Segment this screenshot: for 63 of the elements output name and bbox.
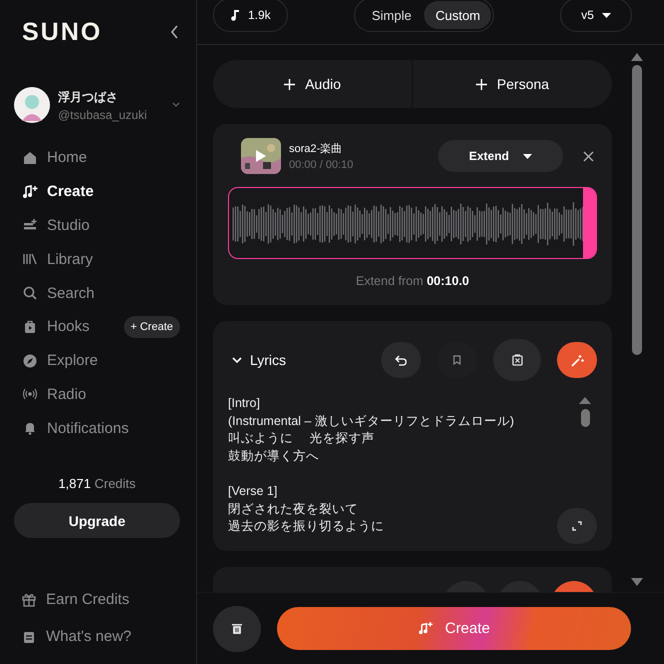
scrollbar-thumb[interactable] xyxy=(632,65,642,355)
delete-button[interactable] xyxy=(213,606,261,652)
nav-item[interactable]: Radio xyxy=(14,386,86,403)
user-handle: @tsubasa_uzuki xyxy=(58,108,148,122)
bookmark-icon xyxy=(453,355,461,365)
scroll-down-icon[interactable] xyxy=(631,578,643,586)
user-name: 浮月つばさ xyxy=(58,88,119,106)
music-note-icon xyxy=(230,9,240,21)
play-icon[interactable] xyxy=(255,150,267,162)
footer-link[interactable]: What's new? xyxy=(14,618,180,655)
avatar[interactable] xyxy=(14,87,50,123)
model-select[interactable]: v5 xyxy=(560,0,632,32)
mode-tab[interactable]: Custom xyxy=(424,1,492,29)
plus-icon xyxy=(284,78,296,90)
nav-item[interactable]: Create xyxy=(14,183,94,200)
home-icon xyxy=(22,150,38,166)
add-button[interactable]: Audio xyxy=(213,60,412,108)
hooks-icon xyxy=(22,318,38,335)
nav-item[interactable]: Notifications xyxy=(14,420,129,437)
search-icon xyxy=(22,285,38,302)
suno-logo[interactable]: SUNO xyxy=(22,18,102,46)
music-sparkle-icon xyxy=(418,621,433,636)
scroll-up-icon[interactable] xyxy=(579,397,591,404)
scrollbar-thumb[interactable] xyxy=(580,409,590,427)
caret-icon xyxy=(523,154,532,158)
expand-icon xyxy=(572,520,582,531)
upgrade-button[interactable]: Upgrade xyxy=(14,503,180,538)
undo-icon xyxy=(395,354,407,366)
song-count-button[interactable]: 1.9k xyxy=(213,0,288,32)
clear-icon xyxy=(512,354,522,366)
nav-item[interactable]: Studio xyxy=(14,216,90,234)
caret-icon xyxy=(602,12,611,18)
nav-item[interactable]: Hooks xyxy=(14,318,90,336)
lyrics-toggle[interactable]: Lyrics xyxy=(228,352,286,368)
undo-button[interactable] xyxy=(381,342,421,378)
explore-icon xyxy=(22,352,38,369)
mode-tab[interactable]: Simple xyxy=(360,1,422,29)
create-button[interactable]: Create xyxy=(277,607,631,650)
create-icon xyxy=(22,184,38,200)
nav-item[interactable]: Explore xyxy=(14,352,98,370)
track-title: sora2-楽曲 xyxy=(289,142,344,156)
trim-handle[interactable] xyxy=(583,188,596,258)
footer-link[interactable]: Earn Credits xyxy=(14,581,180,618)
gift-icon xyxy=(21,592,37,608)
extend-from-label: Extend from 00:10.0 xyxy=(354,274,470,288)
nav-item[interactable]: Library xyxy=(14,250,93,268)
scroll-up-icon[interactable] xyxy=(631,53,643,61)
add-button[interactable]: Persona xyxy=(412,60,612,108)
nav-item[interactable]: Home xyxy=(14,149,88,166)
extend-dropdown[interactable]: Extend xyxy=(438,140,563,172)
chevron-down-icon[interactable] xyxy=(172,102,180,108)
clear-button[interactable] xyxy=(493,339,541,381)
close-icon[interactable] xyxy=(583,150,594,162)
magic-wand-button[interactable] xyxy=(557,342,597,378)
lyrics-field[interactable]: [Intro] (Instrumental – 激しいギターリフとドラムロール) 叫ぶように 光を探す声 鼓動が導く方へ [Verse 1] 閉ざされた夜を裂いて 過去の影を振り切るように xyxy=(228,395,579,536)
plus-icon xyxy=(476,78,487,90)
track-time: 00:00 / 00:10 xyxy=(289,159,354,171)
collapse-icon[interactable] xyxy=(170,25,180,39)
magic-wand-icon xyxy=(570,354,584,366)
trash-icon xyxy=(232,623,242,634)
create-hook-button[interactable]: + Create xyxy=(124,316,180,338)
credits-count: 1,871 Credits xyxy=(57,476,137,492)
nav-item[interactable]: Search xyxy=(14,284,95,302)
